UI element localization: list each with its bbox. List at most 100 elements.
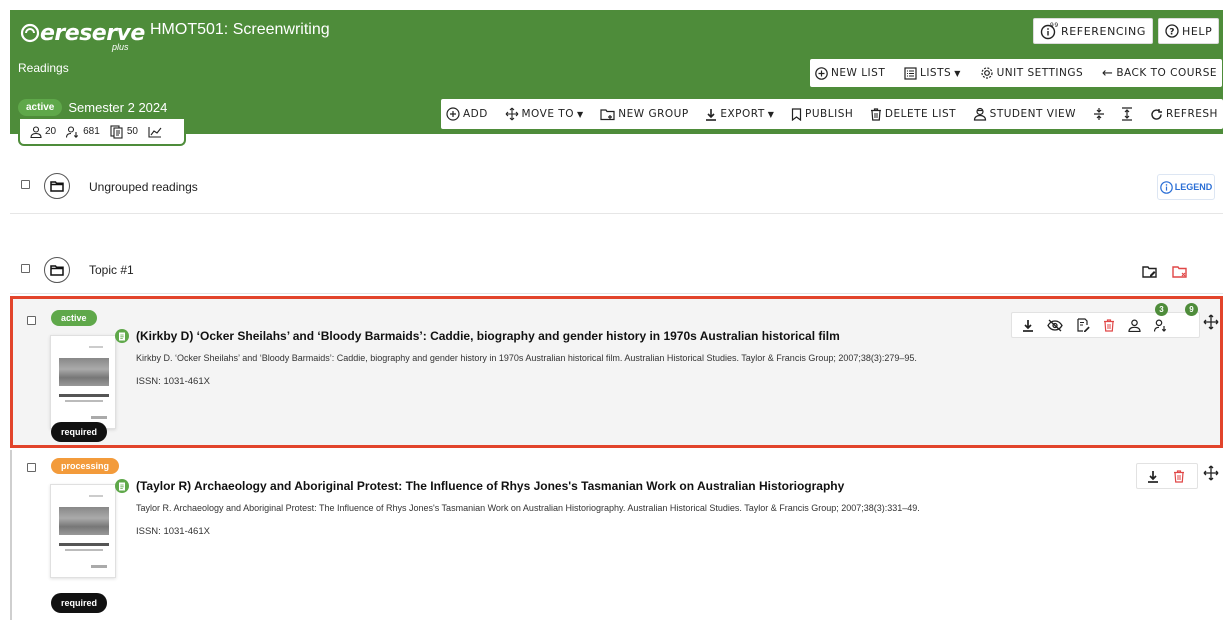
reading-actions	[1011, 312, 1200, 338]
download-icon[interactable]	[1147, 470, 1159, 483]
add-circle-icon	[815, 66, 828, 80]
reading-checkbox[interactable]	[27, 463, 36, 472]
expand-all-button[interactable]	[1121, 107, 1133, 121]
refresh-button[interactable]: REFRESH	[1150, 108, 1218, 121]
unit-settings-label: UNIT SETTINGS	[996, 67, 1084, 79]
new-list-label: NEW LIST	[831, 67, 886, 79]
caret-down-icon: ▼	[954, 68, 961, 78]
expand-icon	[1122, 107, 1133, 121]
publish-label: PUBLISH	[805, 108, 854, 120]
group-checkbox[interactable]	[21, 264, 30, 273]
trash-icon	[870, 107, 881, 121]
required-tag: required	[51, 422, 108, 442]
gear-icon	[980, 67, 993, 79]
semester-row: active Semester 2 2024	[18, 99, 167, 116]
export-label: EXPORT	[720, 108, 765, 120]
reading-title[interactable]: (Kirkby D) ‘Ocker Sheilahs’ and ‘Bloody …	[136, 329, 840, 343]
views-count: 681	[83, 126, 100, 137]
hide-eye-icon[interactable]	[1047, 319, 1063, 332]
reading-item[interactable]: processing (Taylor R) Archaeology and Ab…	[10, 450, 1223, 620]
referencing-button[interactable]: 99 REFERENCING	[1033, 18, 1153, 44]
group-name[interactable]: Topic #1	[89, 263, 134, 277]
refresh-icon	[1151, 108, 1162, 120]
required-tag: required	[51, 593, 108, 613]
refresh-label: REFRESH	[1165, 108, 1218, 120]
legend-label: LEGEND	[1174, 182, 1213, 192]
reading-issn: ISSN: 1031-461X	[136, 526, 210, 537]
export-dropdown[interactable]: EXPORT ▼	[705, 108, 774, 121]
document-type-icon	[115, 329, 129, 343]
unit-settings-button[interactable]: UNIT SETTINGS	[980, 66, 1084, 80]
chart-line-icon	[148, 126, 162, 138]
reading-status-badge: processing	[51, 458, 120, 474]
folder-add-icon	[600, 108, 615, 120]
reading-citation: Taylor R. Archaeology and Aboriginal Pro…	[136, 503, 920, 513]
edit-folder-icon[interactable]	[1142, 265, 1158, 279]
analytics-button[interactable]	[148, 126, 162, 138]
delete-icon[interactable]	[1173, 469, 1185, 483]
delete-list-label: DELETE LIST	[884, 108, 957, 120]
ereserve-logo[interactable]: ereserve plus	[20, 18, 145, 52]
logo-swirl-icon	[20, 23, 40, 43]
svg-text:?: ?	[1169, 28, 1175, 38]
legend-button[interactable]: LEGEND	[1157, 174, 1215, 200]
back-to-course-button[interactable]: ← BACK TO COURSE	[1102, 66, 1217, 81]
folder-icon	[44, 257, 70, 283]
list-icon	[904, 66, 917, 80]
referencing-label: REFERENCING	[1061, 24, 1146, 38]
reading-title[interactable]: (Taylor R) Archaeology and Aboriginal Pr…	[136, 479, 844, 493]
move-to-label: MOVE TO	[521, 108, 574, 120]
reading-status-badge: active	[51, 310, 97, 326]
drag-handle-icon[interactable]	[1203, 465, 1219, 481]
delete-icon[interactable]	[1103, 318, 1115, 332]
lists-label: LISTS	[919, 67, 952, 79]
reading-item[interactable]: active (Kirkby D) ‘Ocker Sheilahs’ and ‘…	[10, 296, 1223, 448]
group-row[interactable]: Topic #1	[10, 214, 1223, 294]
new-group-label: NEW GROUP	[618, 108, 689, 120]
reading-actions	[1136, 463, 1198, 489]
delete-folder-icon[interactable]	[1172, 265, 1188, 279]
person-download-icon[interactable]	[1154, 318, 1168, 332]
unit-header: ereserve plus HMOT501: Screenwriting 99 …	[10, 10, 1223, 134]
student-view-button[interactable]: STUDENT VIEW	[973, 107, 1076, 121]
move-to-dropdown[interactable]: MOVE TO ▼	[505, 107, 584, 121]
drag-handle-icon[interactable]	[1203, 314, 1219, 330]
info-quote-icon: 99	[1040, 22, 1058, 40]
delete-list-button[interactable]: DELETE LIST	[870, 107, 957, 121]
group-row[interactable]: Ungrouped readings	[10, 146, 1223, 214]
lists-dropdown[interactable]: LISTS ▼	[904, 66, 961, 80]
main-toolbar: ADD MOVE TO ▼ NEW GROUP EXPORT ▼ PUBLISH	[441, 99, 1223, 129]
new-list-button[interactable]: NEW LIST	[815, 66, 886, 80]
move-arrows-icon	[505, 107, 518, 121]
caret-down-icon: ▼	[576, 109, 584, 119]
info-icon	[1159, 180, 1173, 194]
help-circle-icon: ?	[1165, 24, 1179, 38]
folder-icon	[44, 173, 70, 199]
back-to-course-label: BACK TO COURSE	[1116, 67, 1217, 79]
add-button[interactable]: ADD	[446, 107, 488, 121]
reading-checkbox[interactable]	[27, 316, 36, 325]
help-button[interactable]: ? HELP	[1158, 18, 1220, 44]
students-count: 20	[45, 126, 57, 137]
students-icon[interactable]	[1128, 318, 1141, 332]
edit-document-icon[interactable]	[1076, 318, 1090, 332]
person-icon	[30, 125, 42, 138]
student-view-label: STUDENT VIEW	[989, 108, 1077, 120]
list-toolbar: NEW LIST LISTS ▼ UNIT SETTINGS ← BACK TO…	[810, 59, 1222, 87]
collapse-all-button[interactable]	[1093, 107, 1105, 121]
caret-down-icon: ▼	[767, 109, 775, 119]
readings-stat[interactable]: 50	[110, 124, 138, 139]
publish-button[interactable]: PUBLISH	[791, 107, 854, 121]
reading-thumbnail[interactable]	[50, 335, 116, 429]
semester-label: Semester 2 2024	[68, 100, 168, 115]
group-checkbox[interactable]	[21, 180, 30, 189]
views-stat[interactable]: 681	[66, 125, 100, 138]
download-icon[interactable]	[1022, 319, 1034, 332]
new-group-button[interactable]: NEW GROUP	[600, 108, 688, 121]
group-name[interactable]: Ungrouped readings	[89, 180, 198, 194]
students-stat[interactable]: 20	[30, 125, 57, 138]
reading-thumbnail[interactable]	[50, 484, 116, 578]
logo-wordmark: ereserve	[40, 20, 145, 46]
collapse-icon	[1093, 108, 1104, 120]
student-icon	[973, 107, 986, 121]
